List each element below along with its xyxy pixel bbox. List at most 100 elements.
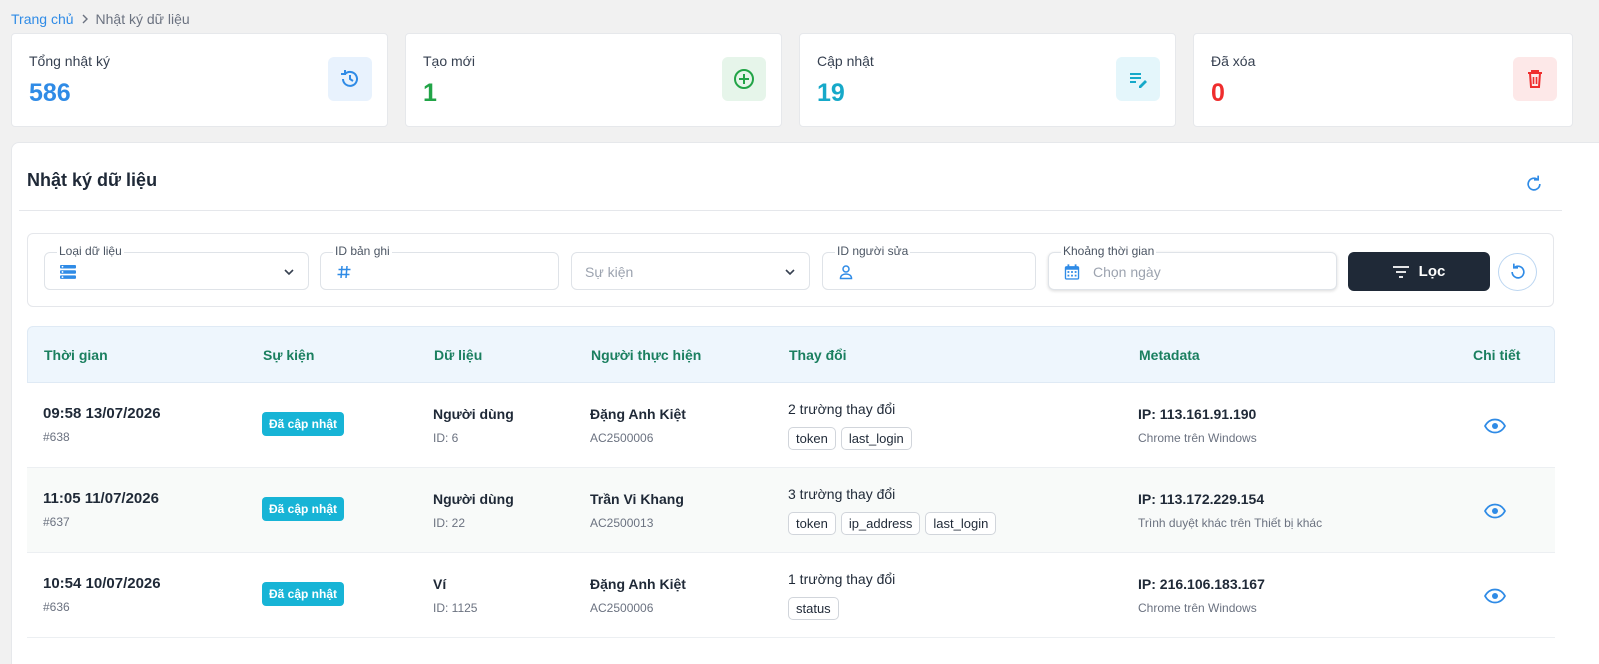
date-placeholder: Chọn ngày — [1093, 264, 1161, 280]
data-type-select[interactable]: Loại dữ liệu — [44, 244, 309, 290]
header-actor: Người thực hiện — [591, 347, 702, 363]
history-icon — [328, 57, 372, 101]
row-change-count: 2 trường thay đổi — [788, 401, 896, 417]
breadcrumb: Trang chủ Nhật ký dữ liệu — [11, 11, 190, 27]
event-badge: Đã cập nhật — [262, 412, 345, 436]
row-change-count: 3 trường thay đổi — [788, 486, 896, 502]
event-badge: Đã cập nhật — [262, 497, 345, 521]
row-actor-name: Đặng Anh Kiệt — [590, 406, 686, 422]
eye-icon — [1484, 418, 1506, 434]
data-type-label: Loại dữ liệu — [57, 244, 124, 258]
field-chip: token — [788, 512, 836, 535]
row-data-type: Người dùng — [433, 406, 514, 422]
changed-fields: token last_login — [788, 427, 912, 450]
edit-list-icon — [1116, 57, 1160, 101]
table-row: 10:54 10/07/2026 #636 Đã cập nhật Ví ID:… — [27, 553, 1555, 638]
eye-icon — [1484, 503, 1506, 519]
stat-card-total: Tổng nhật ký 586 — [11, 33, 388, 127]
row-id: #637 — [43, 515, 70, 529]
stat-value: 1 — [423, 79, 437, 107]
time-range-label: Khoảng thời gian — [1061, 244, 1157, 258]
stat-cards: Tổng nhật ký 586 Tạo mới 1 Cập nhật 19 Đ… — [11, 33, 1599, 127]
event-placeholder: Sự kiện — [585, 264, 634, 280]
row-id: #636 — [43, 600, 70, 614]
table-row: 11:05 11/07/2026 #637 Đã cập nhật Người … — [27, 468, 1555, 553]
view-detail-button[interactable] — [1483, 499, 1507, 523]
event-select[interactable]: Sự kiện — [571, 252, 810, 290]
record-id-label: ID bản ghi — [333, 244, 392, 258]
calendar-icon — [1063, 263, 1081, 281]
filter-button-label: Lọc — [1418, 263, 1446, 280]
add-circle-icon — [722, 57, 766, 101]
stat-value: 0 — [1211, 79, 1225, 107]
row-time: 11:05 11/07/2026 — [43, 490, 159, 507]
reset-filter-button[interactable] — [1498, 253, 1537, 291]
stat-title: Cập nhật — [817, 53, 874, 69]
breadcrumb-current: Nhật ký dữ liệu — [95, 11, 190, 27]
field-chip: status — [788, 597, 839, 620]
eye-icon — [1484, 588, 1506, 604]
view-detail-button[interactable] — [1483, 414, 1507, 438]
row-actor-code: AC2500006 — [590, 431, 654, 445]
changed-fields: status — [788, 597, 839, 620]
data-log-panel: Nhật ký dữ liệu Loại dữ liệu ID bản ghi … — [11, 142, 1599, 664]
header-changes: Thay đổi — [789, 347, 847, 363]
editor-id-label: ID người sửa — [835, 244, 911, 258]
row-actor-name: Đặng Anh Kiệt — [590, 576, 686, 592]
chevron-right-icon — [80, 12, 90, 27]
record-id-input[interactable]: ID bản ghi — [320, 244, 559, 290]
date-range-input[interactable]: Khoảng thời gian Chọn ngày — [1048, 244, 1337, 290]
stat-card-created: Tạo mới 1 — [405, 33, 782, 127]
table-row: 09:58 13/07/2026 #638 Đã cập nhật Người … — [27, 383, 1555, 468]
row-user-agent: Trình duyệt khác trên Thiết bị khác — [1138, 516, 1323, 530]
filter-icon — [1392, 265, 1409, 278]
database-icon — [59, 263, 77, 281]
breadcrumb-home-link[interactable]: Trang chủ — [11, 11, 74, 27]
stat-title: Tổng nhật ký — [29, 53, 110, 69]
editor-id-input[interactable]: ID người sửa — [822, 244, 1036, 290]
row-data-id: ID: 6 — [433, 431, 459, 445]
header-metadata: Metadata — [1139, 347, 1200, 363]
header-time: Thời gian — [44, 347, 108, 363]
row-time: 10:54 10/07/2026 — [43, 575, 161, 592]
field-chip: ip_address — [840, 512, 921, 535]
row-time: 09:58 13/07/2026 — [43, 405, 161, 422]
data-log-table: Thời gian Sự kiện Dữ liệu Người thực hiệ… — [27, 326, 1555, 638]
row-user-agent: Chrome trên Windows — [1138, 601, 1257, 615]
row-id: #638 — [43, 430, 70, 444]
field-chip: last_login — [840, 427, 912, 450]
filter-button[interactable]: Lọc — [1348, 252, 1490, 291]
chevron-down-icon — [284, 269, 294, 276]
reset-icon — [1510, 263, 1525, 279]
table-header: Thời gian Sự kiện Dữ liệu Người thực hiệ… — [27, 326, 1555, 383]
filter-bar: Loại dữ liệu ID bản ghi Sự kiện ID người… — [27, 233, 1554, 307]
row-data-type: Ví — [433, 576, 447, 592]
chevron-down-icon — [785, 269, 795, 276]
row-data-id: ID: 22 — [433, 516, 466, 530]
row-data-id: ID: 1125 — [433, 601, 478, 615]
hash-icon — [335, 263, 353, 281]
row-change-count: 1 trường thay đổi — [788, 571, 896, 587]
header-detail: Chi tiết — [1473, 347, 1521, 363]
changed-fields: token ip_address last_login — [788, 512, 997, 535]
panel-title: Nhật ký dữ liệu — [27, 170, 158, 190]
refresh-icon — [1527, 175, 1541, 191]
refresh-button[interactable] — [1520, 170, 1548, 198]
stat-title: Đã xóa — [1211, 53, 1256, 69]
field-chip: token — [788, 427, 836, 450]
stat-card-updated: Cập nhật 19 — [799, 33, 1176, 127]
row-user-agent: Chrome trên Windows — [1138, 431, 1257, 445]
header-data: Dữ liệu — [434, 347, 483, 363]
row-actor-code: AC2500013 — [590, 516, 654, 530]
stat-title: Tạo mới — [423, 53, 475, 69]
field-chip: last_login — [925, 512, 997, 535]
row-actor-code: AC2500006 — [590, 601, 654, 615]
user-icon — [837, 263, 855, 281]
row-ip: IP: 216.106.183.167 — [1138, 576, 1265, 592]
row-actor-name: Trần Vi Khang — [590, 491, 684, 507]
header-event: Sự kiện — [263, 347, 315, 363]
stat-card-deleted: Đã xóa 0 — [1193, 33, 1573, 127]
row-ip: IP: 113.172.229.154 — [1138, 491, 1265, 507]
view-detail-button[interactable] — [1483, 584, 1507, 608]
row-data-type: Người dùng — [433, 491, 514, 507]
